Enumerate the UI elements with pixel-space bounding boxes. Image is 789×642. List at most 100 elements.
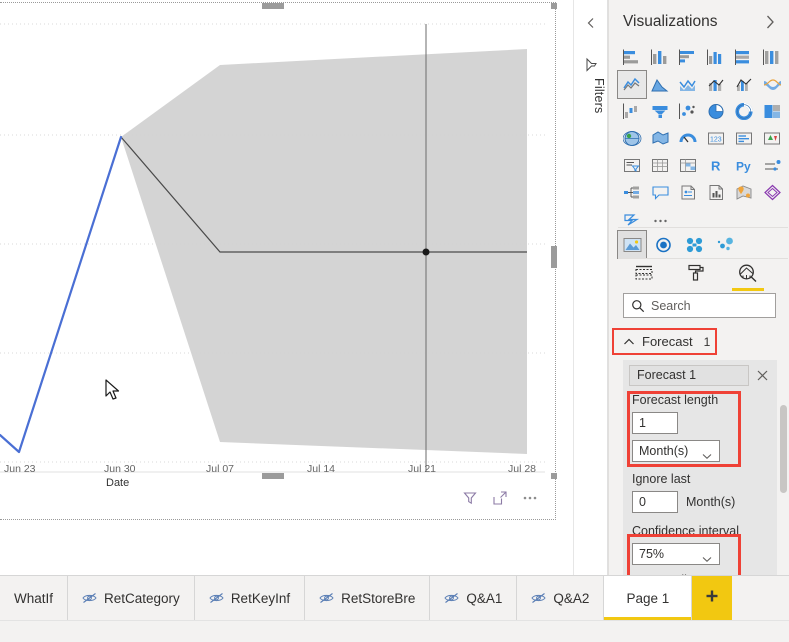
page-tab-retkeyinf[interactable]: RetKeyInf [194,576,306,620]
page-tab-bar[interactable]: WhatIf RetCategory RetKeyInf RetStoreBre… [0,575,789,642]
funnel-icon[interactable] [646,98,674,125]
page-tab-qa1[interactable]: Q&A1 [430,576,518,620]
confidence-interval-select[interactable]: 75% [632,543,720,565]
slicer-icon[interactable] [618,152,646,179]
chevron-left-icon[interactable] [585,16,597,34]
play-axis-icon[interactable] [649,231,677,258]
clustered-bar-chart-icon[interactable] [674,44,702,71]
chevron-up-icon[interactable] [623,336,635,348]
report-canvas[interactable]: Jun 23 Jun 30 Jul 07 Jul 14 Jul 21 Jul 2… [0,0,573,575]
key-influencers-icon[interactable] [758,152,786,179]
forecast-item-row[interactable]: Forecast 1 [629,364,775,386]
line-and-clustered-column-chart-icon[interactable] [730,71,758,98]
stacked-bar-chart-icon[interactable] [618,44,646,71]
area-chart-icon[interactable] [646,71,674,98]
filters-pane-collapsed[interactable]: Filters [573,0,608,575]
chevron-right-icon[interactable] [762,14,778,30]
visualizations-pane-tabs[interactable] [618,258,788,292]
visual-type-gallery[interactable]: 123 R Py [617,44,788,233]
x-tick-label: Jun 30 [104,463,136,475]
network-navigator-icon[interactable] [680,231,708,258]
100-stacked-bar-chart-icon[interactable] [730,44,758,71]
forecast-settings-card[interactable]: Forecast 1 Forecast length 1 Month(s) Ig… [623,360,777,587]
chevron-down-icon [702,449,712,463]
actual-series-line [0,135,123,454]
map-icon[interactable] [618,125,646,152]
plus-icon [704,588,720,609]
canvas-empty-space[interactable] [0,524,573,575]
r-script-visual-icon[interactable]: R [702,152,730,179]
scatter-chart-icon[interactable] [674,98,702,125]
line-and-stacked-column-chart-icon[interactable] [702,71,730,98]
page-tab-retcategory[interactable]: RetCategory [68,576,195,620]
page-tab-retstorebre[interactable]: RetStoreBre [305,576,431,620]
python-visual-icon[interactable]: Py [730,152,758,179]
page-tab-label: Q&A2 [553,590,590,606]
format-tab[interactable] [683,262,709,292]
clustered-column-chart-icon[interactable] [702,44,730,71]
ignore-last-input[interactable]: 0 [632,491,678,513]
scrollbar-thumb[interactable] [780,405,787,493]
smart-narrative-icon[interactable] [674,179,702,206]
forecast-section-header[interactable]: Forecast 1 [623,330,748,353]
bubble-chart-icon[interactable] [711,231,739,258]
search-input[interactable] [651,298,761,313]
paginated-report-icon[interactable] [702,179,730,206]
power-apps-icon[interactable] [758,179,786,206]
pie-chart-icon[interactable] [702,98,730,125]
mouse-cursor [105,379,120,400]
multi-row-card-icon[interactable] [730,125,758,152]
x-tick-label: Jul 14 [307,463,335,475]
page-tab-label: Page 1 [626,590,670,606]
image-icon[interactable] [617,230,647,259]
search-input-wrapper[interactable] [623,293,776,318]
close-icon[interactable] [756,369,769,382]
arcgis-maps-icon[interactable] [730,179,758,206]
stacked-column-chart-icon[interactable] [646,44,674,71]
line-chart-icon[interactable] [617,70,647,99]
filled-map-icon[interactable] [646,125,674,152]
forecast-section-count: 1 [703,334,711,349]
visual-footer-toolbar [0,490,556,520]
ribbon-chart-icon[interactable] [758,71,786,98]
decomposition-tree-icon[interactable] [618,179,646,206]
line-chart-visual[interactable]: Jun 23 Jun 30 Jul 07 Jul 14 Jul 21 Jul 2… [0,2,556,520]
x-tick-label: Jul 07 [206,463,234,475]
stacked-area-chart-icon[interactable] [674,71,702,98]
forecast-item-name[interactable]: Forecast 1 [629,364,749,386]
add-page-button[interactable] [692,576,733,620]
page-tab-qa2[interactable]: Q&A2 [517,576,605,620]
confidence-interval-value: 75% [639,547,665,561]
card-icon[interactable]: 123 [702,125,730,152]
q-and-a-icon[interactable] [646,179,674,206]
x-axis-title: Date [106,477,129,489]
kpi-icon[interactable] [758,125,786,152]
visualizations-pane[interactable]: Visualizations 123 R Py Search Forecast … [608,0,789,587]
page-tab-label: RetCategory [104,590,180,606]
table-icon[interactable] [646,152,674,179]
fields-tab[interactable] [631,262,657,292]
forecast-length-input[interactable]: 1 [632,412,678,434]
donut-chart-icon[interactable] [730,98,758,125]
search-icon [631,299,645,313]
filter-funnel-icon[interactable] [462,490,478,506]
chart-plot-area[interactable]: Jun 23 Jun 30 Jul 07 Jul 14 Jul 21 Jul 2… [0,2,556,520]
custom-visual-gallery[interactable] [617,227,788,259]
page-tab-label: WhatIf [14,590,54,606]
100-stacked-column-chart-icon[interactable] [758,44,786,71]
page-tab-page-1[interactable]: Page 1 [604,576,693,620]
visualizations-pane-scrollbar[interactable] [780,405,787,565]
more-options-icon[interactable] [522,490,538,506]
ignore-last-unit-label: Month(s) [686,495,736,509]
page-tabs-list[interactable]: WhatIf RetCategory RetKeyInf RetStoreBre… [0,576,733,620]
treemap-icon[interactable] [758,98,786,125]
forecast-length-unit-value: Month(s) [639,444,689,458]
waterfall-chart-icon[interactable] [618,98,646,125]
forecast-length-unit-select[interactable]: Month(s) [632,440,720,462]
analytics-tab[interactable] [732,262,764,292]
matrix-icon[interactable] [674,152,702,179]
forecast-length-label: Forecast length [632,393,719,407]
focus-mode-icon[interactable] [492,490,508,506]
gauge-icon[interactable] [674,125,702,152]
page-tab-whatif[interactable]: WhatIf [0,576,69,620]
